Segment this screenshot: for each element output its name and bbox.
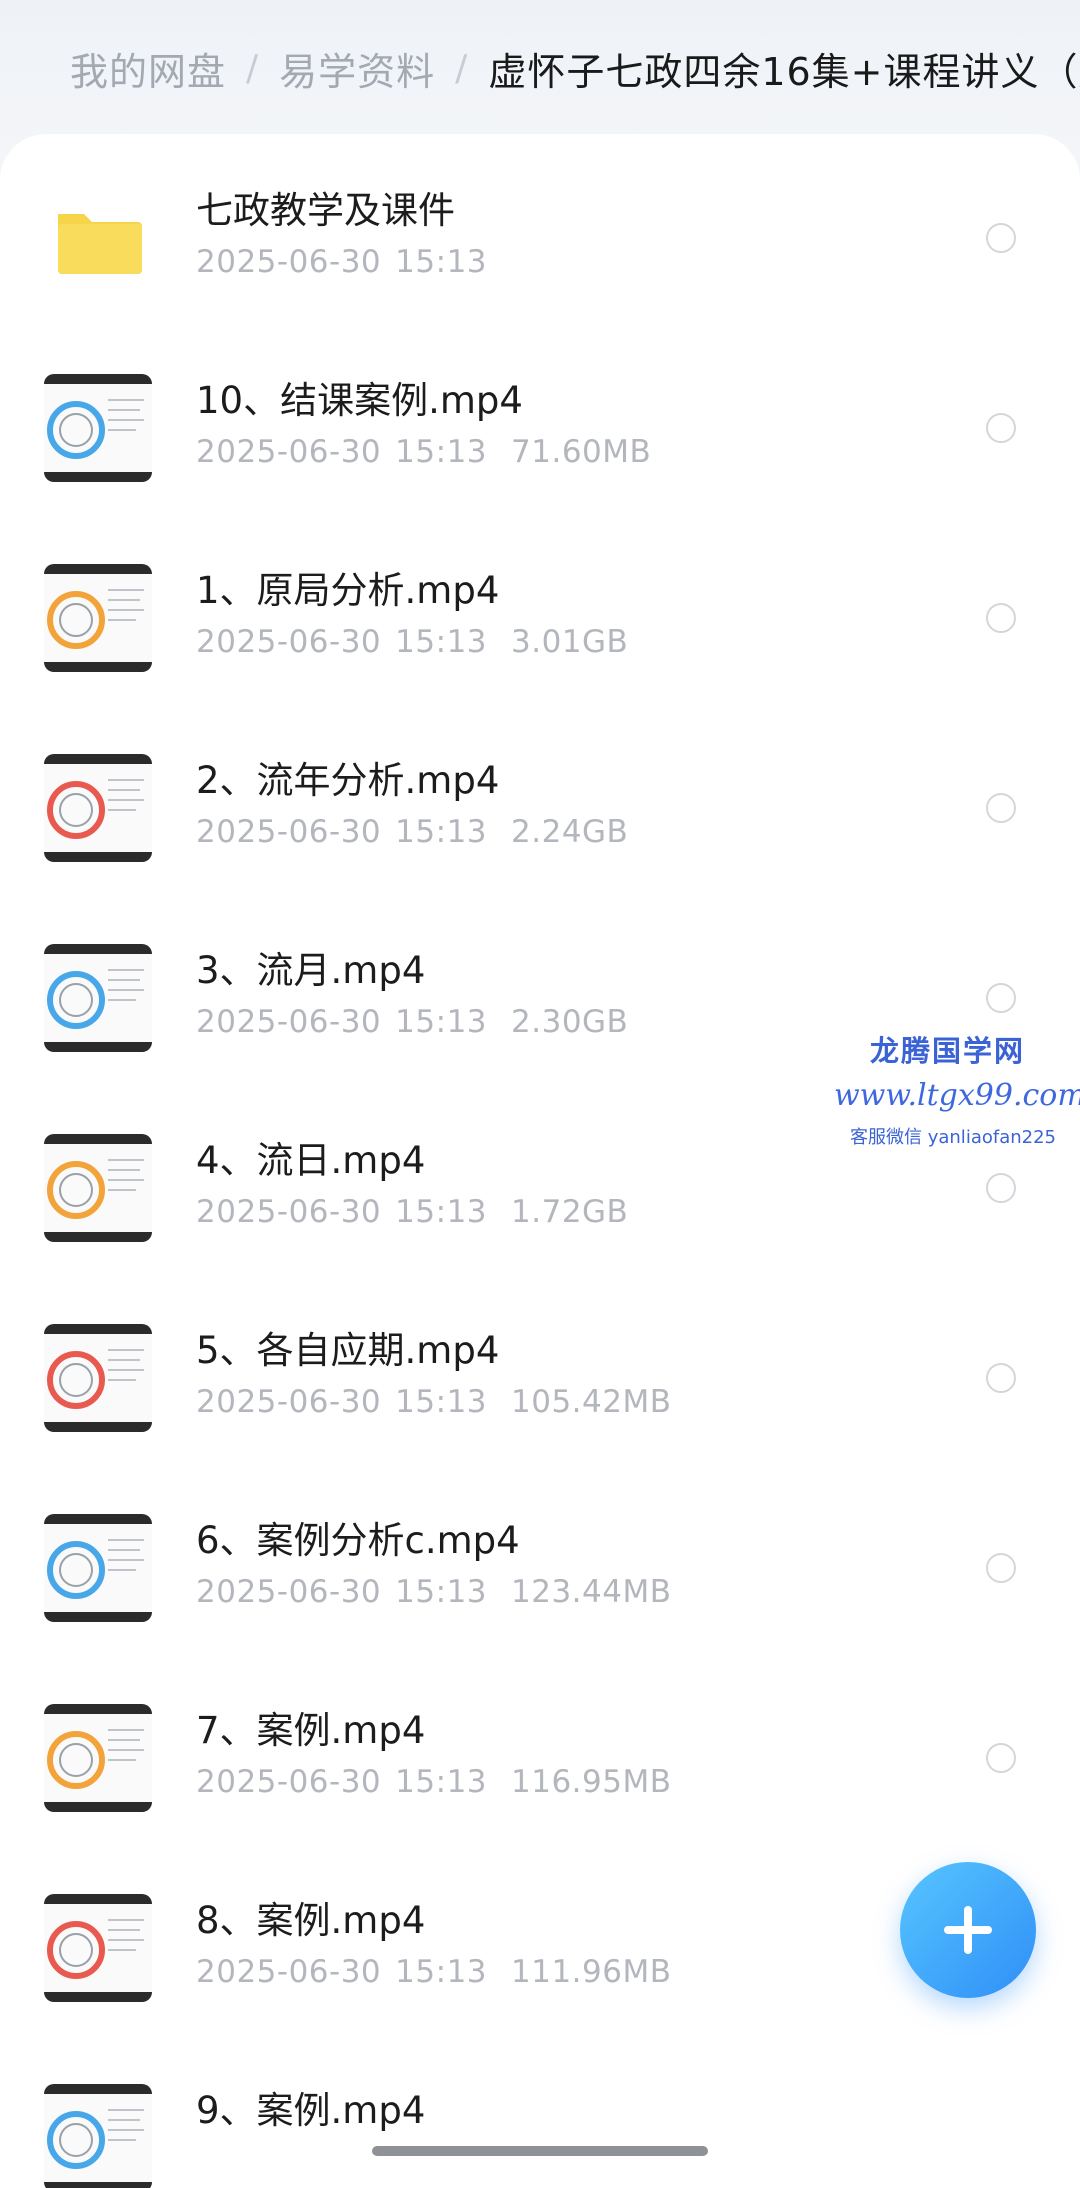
file-name: 3、流月.mp4 (196, 949, 426, 992)
file-size: 111.96MB (511, 1954, 672, 1990)
breadcrumb-yixue[interactable]: 易学资料 (279, 41, 435, 96)
plus-icon (944, 1906, 992, 1954)
file-name: 2、流年分析.mp4 (196, 759, 500, 802)
select-checkbox[interactable] (986, 983, 1016, 1013)
file-time: 15:13 (395, 1574, 488, 1610)
file-time: 15:13 (395, 1764, 488, 1800)
watermark: 龙腾国学网 www.ltgx99.com 客服微信 yanliaofan225 (820, 1028, 1080, 1149)
video-thumbnail (44, 1704, 152, 1812)
select-checkbox[interactable] (986, 603, 1016, 633)
file-name: 8、案例.mp4 (196, 1899, 426, 1942)
breadcrumb: 我的网盘 / 易学资料 / 虚怀子七政四余16集+课程讲义（加 (70, 40, 1080, 96)
file-row[interactable]: 6、案例分析c.mp4 2025-06-30 15:13 123.44MB (0, 1464, 1080, 1654)
file-row[interactable]: 5、各自应期.mp4 2025-06-30 15:13 105.42MB (0, 1274, 1080, 1464)
file-list: 七政教学及课件 2025-06-30 15:13 10、结课案例.mp4 2025-06… (0, 134, 1080, 2188)
file-name: 10、结课案例.mp4 (196, 379, 523, 422)
file-list-panel: 七政教学及课件 2025-06-30 15:13 10、结课案例.mp4 2025-06… (0, 134, 1080, 2188)
top-bar: 我的网盘 / 易学资料 / 虚怀子七政四余16集+课程讲义（加 (0, 0, 1080, 140)
select-checkbox[interactable] (986, 793, 1016, 823)
file-date: 2025-06-30 (196, 1384, 382, 1420)
file-name: 6、案例分析c.mp4 (196, 1519, 520, 1562)
video-thumbnail (44, 374, 152, 482)
watermark-url: www.ltgx99.com (834, 1078, 1080, 1113)
video-thumbnail (44, 2084, 152, 2188)
file-date: 2025-06-30 (196, 624, 382, 660)
file-size: 3.01GB (511, 624, 629, 660)
file-size: 116.95MB (511, 1764, 672, 1800)
select-checkbox[interactable] (986, 1173, 1016, 1203)
file-meta: 2025-06-30 15:13 123.44MB (196, 1574, 672, 1610)
breadcrumb-separator: / (246, 47, 260, 89)
file-row[interactable]: 1、原局分析.mp4 2025-06-30 15:13 3.01GB (0, 514, 1080, 704)
file-time: 15:13 (395, 434, 488, 470)
video-thumbnail (44, 754, 152, 862)
file-meta: 2025-06-30 15:13 3.01GB (196, 624, 628, 660)
video-thumbnail (44, 1894, 152, 2002)
file-date: 2025-06-30 (196, 244, 382, 280)
folder-icon (44, 184, 152, 292)
file-date: 2025-06-30 (196, 1954, 382, 1990)
file-row[interactable]: 10、结课案例.mp4 2025-06-30 15:13 71.60MB (0, 324, 1080, 514)
file-date: 2025-06-30 (196, 1194, 382, 1230)
file-date: 2025-06-30 (196, 1574, 382, 1610)
file-time: 15:13 (395, 624, 488, 660)
file-meta: 2025-06-30 15:13 2.30GB (196, 1004, 628, 1040)
file-meta: 2025-06-30 15:13 1.72GB (196, 1194, 628, 1230)
file-time: 15:13 (395, 244, 488, 280)
file-meta: 2025-06-30 15:13 105.42MB (196, 1384, 672, 1420)
file-time: 15:13 (395, 1194, 488, 1230)
file-name: 7、案例.mp4 (196, 1709, 426, 1752)
folder-row[interactable]: 七政教学及课件 2025-06-30 15:13 (0, 134, 1080, 324)
video-thumbnail (44, 564, 152, 672)
file-size: 1.72GB (511, 1194, 629, 1230)
file-meta: 2025-06-30 15:13 116.95MB (196, 1764, 672, 1800)
video-thumbnail (44, 944, 152, 1052)
watermark-title: 龙腾国学网 (870, 1034, 1026, 1068)
file-name: 4、流日.mp4 (196, 1139, 426, 1182)
add-button[interactable] (900, 1862, 1036, 1998)
video-thumbnail (44, 1134, 152, 1242)
file-name: 9、案例.mp4 (196, 2089, 426, 2132)
file-meta: 2025-06-30 15:13 2.24GB (196, 814, 628, 850)
select-checkbox[interactable] (986, 223, 1016, 253)
breadcrumb-separator: / (455, 47, 469, 89)
file-row[interactable]: 2、流年分析.mp4 2025-06-30 15:13 2.24GB (0, 704, 1080, 894)
file-size: 2.30GB (511, 1004, 629, 1040)
watermark-contact: 客服微信 yanliaofan225 (850, 1127, 1056, 1148)
file-row[interactable]: 7、案例.mp4 2025-06-30 15:13 116.95MB (0, 1654, 1080, 1844)
file-time: 15:13 (395, 1004, 488, 1040)
video-thumbnail (44, 1324, 152, 1432)
file-date: 2025-06-30 (196, 1004, 382, 1040)
breadcrumb-my-drive[interactable]: 我的网盘 (70, 41, 226, 96)
file-size: 123.44MB (511, 1574, 672, 1610)
select-checkbox[interactable] (986, 1363, 1016, 1393)
file-time: 15:13 (395, 1384, 488, 1420)
video-thumbnail (44, 1514, 152, 1622)
file-size: 71.60MB (511, 434, 652, 470)
file-time: 15:13 (395, 1954, 488, 1990)
file-name: 1、原局分析.mp4 (196, 569, 500, 612)
file-row[interactable]: 9、案例.mp4 (0, 2034, 1080, 2188)
file-meta: 2025-06-30 15:13 71.60MB (196, 434, 651, 470)
file-name: 七政教学及课件 (196, 189, 455, 232)
file-name: 5、各自应期.mp4 (196, 1329, 500, 1372)
file-date: 2025-06-30 (196, 434, 382, 470)
file-date: 2025-06-30 (196, 1764, 382, 1800)
file-size: 105.42MB (511, 1384, 672, 1420)
file-meta: 2025-06-30 15:13 (196, 244, 487, 280)
file-meta: 2025-06-30 15:13 111.96MB (196, 1954, 672, 1990)
select-checkbox[interactable] (986, 413, 1016, 443)
file-date: 2025-06-30 (196, 814, 382, 850)
select-checkbox[interactable] (986, 1553, 1016, 1583)
file-time: 15:13 (395, 814, 488, 850)
breadcrumb-current-folder: 虚怀子七政四余16集+课程讲义（加 (488, 49, 1080, 94)
select-checkbox[interactable] (986, 1743, 1016, 1773)
home-indicator[interactable] (372, 2146, 708, 2156)
file-size: 2.24GB (511, 814, 629, 850)
